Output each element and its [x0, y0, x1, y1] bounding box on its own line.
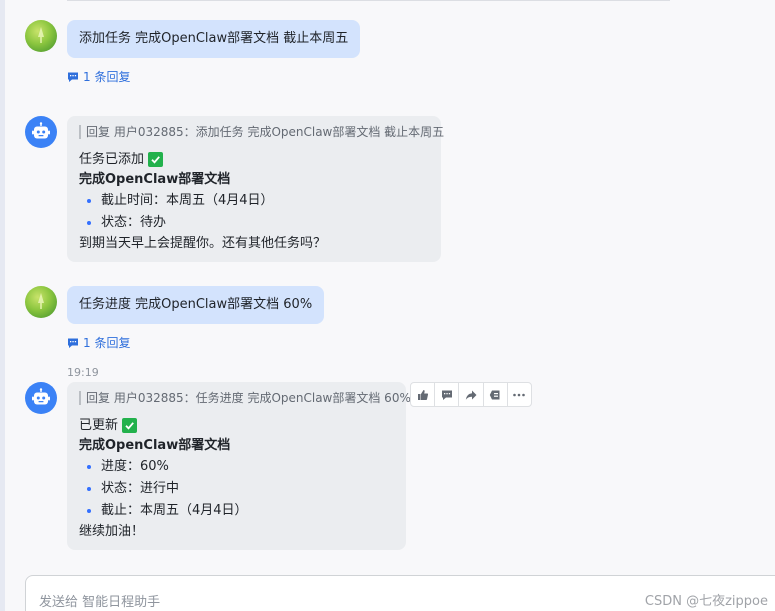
pin-icon [490, 390, 500, 399]
list-item: 状态：进行中 [79, 478, 394, 500]
user-message-bubble[interactable]: 添加任务 完成OpenClaw部署文档 截止本周五 [67, 20, 361, 58]
message-action-toolbar [410, 382, 532, 407]
reply-icon [68, 338, 78, 348]
message-heading: 已更新 [79, 418, 119, 433]
robot-icon [32, 388, 50, 405]
thumbs-up-button[interactable] [411, 383, 436, 406]
window-left-edge [0, 0, 5, 611]
reply-count-label: 1 条回复 [83, 70, 131, 84]
check-mark-icon [122, 418, 138, 433]
user-avatar[interactable] [25, 286, 57, 318]
list-item: 截止：本周五（4月4日） [79, 500, 394, 522]
list-item-text: 截止：本周五（4月4日） [101, 503, 248, 518]
bot-message-bubble[interactable]: 回复 用户032885：添加任务 完成OpenClaw部署文档 截止本周五 任务… [67, 116, 444, 262]
bullet-dot [87, 487, 91, 491]
bot-avatar[interactable] [25, 116, 57, 148]
list-item-text: 状态：进行中 [101, 481, 180, 496]
list-item-text: 截止时间：本周五（4月4日） [101, 193, 274, 208]
message-heading-row: 任务已添加 [79, 150, 429, 170]
check-mark-icon [148, 152, 164, 167]
list-item: 进度：60% [79, 456, 394, 478]
robot-icon [32, 122, 50, 139]
top-divider [67, 0, 670, 1]
bot-message-bubble[interactable]: 回复 用户032885：任务进度 完成OpenClaw部署文档 60% 已更新 … [67, 382, 411, 550]
bot-avatar[interactable] [25, 382, 57, 414]
message-footer: 到期当天早上会提醒你。还有其他任务吗？ [79, 236, 327, 251]
user-message-text: 任务进度 完成OpenClaw部署文档 60% [79, 297, 313, 312]
bullet-dot [87, 509, 91, 513]
bullet-dot [87, 465, 91, 469]
message-heading-row: 已更新 [79, 416, 394, 436]
user-avatar-icon [38, 293, 44, 309]
list-item: 状态：待办 [79, 212, 429, 234]
more-button[interactable] [508, 383, 531, 406]
bullet-dot [87, 199, 91, 203]
reply-icon [68, 72, 78, 82]
bullet-dot [87, 221, 91, 225]
reply-count-label: 1 条回复 [83, 336, 131, 350]
reply-count-link[interactable]: 1 条回复 [67, 334, 130, 351]
comment-button[interactable] [435, 383, 460, 406]
pin-button[interactable] [484, 383, 508, 406]
forward-icon [465, 390, 477, 400]
forward-button[interactable] [459, 383, 484, 406]
thumbs-up-icon [417, 389, 428, 400]
user-message-bubble[interactable]: 任务进度 完成OpenClaw部署文档 60% [67, 286, 325, 324]
more-icon [513, 393, 526, 396]
reply-quote: 回复 用户032885：添加任务 完成OpenClaw部署文档 截止本周五 [79, 125, 444, 139]
message-heading: 任务已添加 [79, 152, 145, 167]
message-footer: 继续加油！ [79, 524, 145, 539]
message-timestamp: 19:19 [67, 366, 99, 379]
list-item-text: 状态：待办 [101, 215, 167, 230]
comment-icon [441, 390, 452, 400]
user-message-text: 添加任务 完成OpenClaw部署文档 截止本周五 [79, 31, 349, 46]
watermark: CSDN @七夜zippoe [644, 594, 768, 609]
reply-quote: 回复 用户032885：任务进度 完成OpenClaw部署文档 60% [79, 391, 411, 405]
input-placeholder: 发送给 智能日程助手 [39, 595, 161, 610]
task-title: 完成OpenClaw部署文档 [79, 438, 231, 453]
user-avatar[interactable] [25, 20, 57, 52]
reply-count-link[interactable]: 1 条回复 [67, 68, 130, 85]
user-avatar-icon [38, 27, 44, 43]
list-item-text: 进度：60% [101, 459, 169, 474]
list-item: 截止时间：本周五（4月4日） [79, 190, 429, 212]
task-title: 完成OpenClaw部署文档 [79, 172, 231, 187]
